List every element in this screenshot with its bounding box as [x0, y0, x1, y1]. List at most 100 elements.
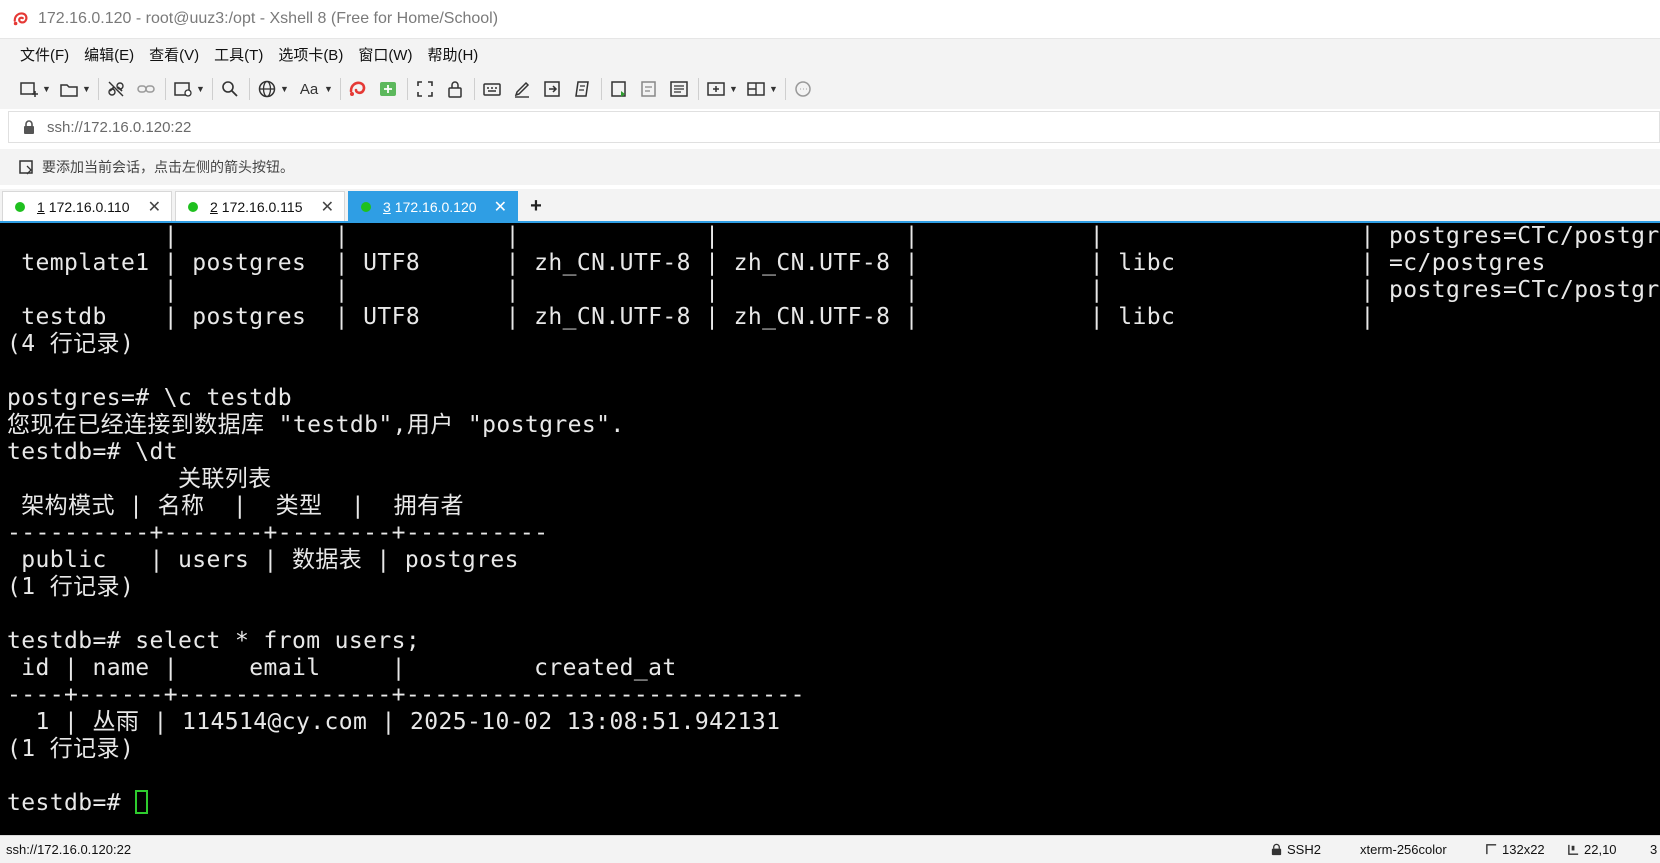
chevron-down-icon[interactable]: ▼	[280, 84, 289, 94]
toolbar-separator	[165, 78, 166, 100]
toolbar-separator	[98, 78, 99, 100]
toolbar-separator	[249, 78, 250, 100]
terminal-line: testdb=# \dt	[7, 439, 178, 465]
status-extra: 3	[1650, 842, 1657, 857]
status-size-text: 132x22	[1502, 842, 1545, 857]
terminal-line: id | name | email | created_at	[7, 655, 677, 681]
keyboard-icon[interactable]	[481, 78, 503, 100]
toolbar-separator	[212, 78, 213, 100]
toolbar-separator	[474, 78, 475, 100]
lock-icon	[1271, 843, 1282, 856]
close-icon[interactable]: ✕	[494, 197, 507, 217]
terminal-line: (1 行记录)	[7, 736, 135, 762]
xshell-app-icon[interactable]	[347, 78, 369, 100]
add-panel-icon[interactable]	[705, 78, 727, 100]
tab-label: 3 172.16.0.120	[383, 199, 477, 215]
toolbar-separator	[407, 78, 408, 100]
highlight-icon[interactable]	[511, 78, 533, 100]
status-cursor-pos-text: 22,10	[1584, 842, 1617, 857]
new-session-icon[interactable]	[18, 78, 40, 100]
chevron-down-icon[interactable]: ▼	[82, 84, 91, 94]
tab-number: 1	[37, 198, 45, 215]
menu-help[interactable]: 帮助(H)	[427, 42, 478, 67]
new-tab-button[interactable]: +	[521, 191, 551, 221]
status-protocol-text: SSH2	[1287, 842, 1321, 857]
status-term-type-text: xterm-256color	[1360, 842, 1447, 857]
tab-session-3[interactable]: 3 172.16.0.120 ✕	[348, 191, 518, 221]
resize-icon	[1486, 844, 1497, 855]
chevron-down-icon[interactable]: ▼	[769, 84, 778, 94]
terminal-line: | | | | | | | postgres=CTc/postgres	[7, 223, 1660, 249]
font-icon[interactable]: Aa	[296, 78, 322, 100]
status-protocol: SSH2	[1270, 842, 1321, 857]
terminal-cursor	[135, 790, 149, 814]
tab-session-2[interactable]: 2 172.16.0.115 ✕	[175, 191, 345, 221]
status-size: 132x22	[1485, 842, 1545, 857]
font-label: Aa	[299, 80, 319, 98]
tab-host: 172.16.0.120	[394, 198, 477, 215]
terminal-screen[interactable]: | | | | | | | postgres=CTc/postgres temp…	[0, 221, 1660, 835]
transfer-icon[interactable]	[541, 78, 563, 100]
chevron-down-icon[interactable]: ▼	[196, 84, 205, 94]
menu-window[interactable]: 窗口(W)	[358, 42, 412, 67]
tab-session-1[interactable]: 1 172.16.0.110 ✕	[2, 191, 172, 221]
status-cursor-pos: 22,10	[1567, 842, 1617, 857]
chevron-down-icon[interactable]: ▼	[729, 84, 738, 94]
terminal-line: (1 行记录)	[7, 574, 135, 600]
terminal-line: 架构模式 | 名称 | 类型 | 拥有者	[7, 493, 464, 519]
compose-bar-icon[interactable]	[638, 78, 660, 100]
chevron-down-icon[interactable]: ▼	[324, 84, 333, 94]
tab-host: 172.16.0.115	[221, 198, 303, 215]
close-icon[interactable]: ✕	[321, 197, 334, 217]
compose-icon[interactable]	[608, 78, 630, 100]
menu-tools[interactable]: 工具(T)	[214, 42, 263, 67]
toolbar: ▼ ▼ ▼ ▼ Aa ▼ ▼ ▼	[0, 69, 1660, 109]
toolbar-separator	[340, 78, 341, 100]
fullscreen-icon[interactable]	[414, 78, 436, 100]
terminal-line: testdb=# select * from users;	[7, 628, 421, 654]
xftp-icon[interactable]	[377, 78, 399, 100]
hint-bar: 要添加当前会话，点击左侧的箭头按钮。	[0, 149, 1660, 185]
menu-file[interactable]: 文件(F)	[20, 42, 69, 67]
lock-icon	[24, 120, 34, 134]
terminal-prompt-line: testdb=#	[7, 790, 149, 817]
menu-tab[interactable]: 选项卡(B)	[278, 42, 343, 67]
layout-icon[interactable]	[745, 78, 767, 100]
connected-status-icon	[15, 201, 25, 212]
chevron-down-icon[interactable]: ▼	[42, 84, 51, 94]
reconnect-icon[interactable]	[135, 78, 157, 100]
menu-edit[interactable]: 编辑(E)	[84, 42, 134, 67]
window-title: 172.16.0.120 - root@uuz3:/opt - Xshell 8…	[38, 10, 499, 27]
tab-bar: 1 172.16.0.110 ✕ 2 172.16.0.115 ✕ 3 172.16.…	[0, 189, 1660, 221]
connected-status-icon	[361, 201, 371, 212]
open-folder-icon[interactable]	[58, 78, 80, 100]
toolbar-separator	[601, 78, 602, 100]
terminal-line: ----------+-------+--------+----------	[7, 520, 549, 546]
toolbar-separator	[698, 78, 699, 100]
menu-bar: 文件(F) 编辑(E) 查看(V) 工具(T) 选项卡(B) 窗口(W) 帮助(…	[0, 39, 1660, 69]
globe-icon[interactable]	[256, 78, 278, 100]
script-icon[interactable]	[571, 78, 593, 100]
status-connection: ssh://172.16.0.120:22	[6, 842, 131, 857]
add-session-arrow-icon[interactable]	[18, 158, 36, 176]
xshell-window: 172.16.0.120 - root@uuz3:/opt - Xshell 8…	[0, 0, 1660, 863]
hint-text: 要添加当前会话，点击左侧的箭头按钮。	[42, 159, 294, 175]
address-input[interactable]: ssh://172.16.0.120:22	[47, 119, 191, 136]
xshell-logo-icon	[13, 12, 28, 26]
disconnect-icon[interactable]	[105, 78, 127, 100]
menu-view[interactable]: 查看(V)	[149, 42, 199, 67]
close-icon[interactable]: ✕	[148, 197, 161, 217]
terminal-line: (4 行记录)	[7, 331, 135, 357]
notes-icon[interactable]	[668, 78, 690, 100]
status-term-type: xterm-256color	[1360, 842, 1447, 857]
tab-label: 2 172.16.0.115	[210, 199, 303, 215]
terminal-line: testdb | postgres | UTF8 | zh_CN.UTF-8 |…	[7, 304, 1375, 330]
tab-number: 3	[383, 198, 391, 215]
search-icon[interactable]	[219, 78, 241, 100]
lock-icon[interactable]	[444, 78, 466, 100]
chat-icon[interactable]	[792, 78, 814, 100]
address-bar[interactable]: ssh://172.16.0.120:22	[8, 111, 1660, 143]
new-window-icon[interactable]	[172, 78, 194, 100]
terminal-line: postgres=# \c testdb	[7, 385, 292, 411]
terminal-line: 您现在已经连接到数据库 "testdb",用户 "postgres".	[7, 412, 625, 438]
